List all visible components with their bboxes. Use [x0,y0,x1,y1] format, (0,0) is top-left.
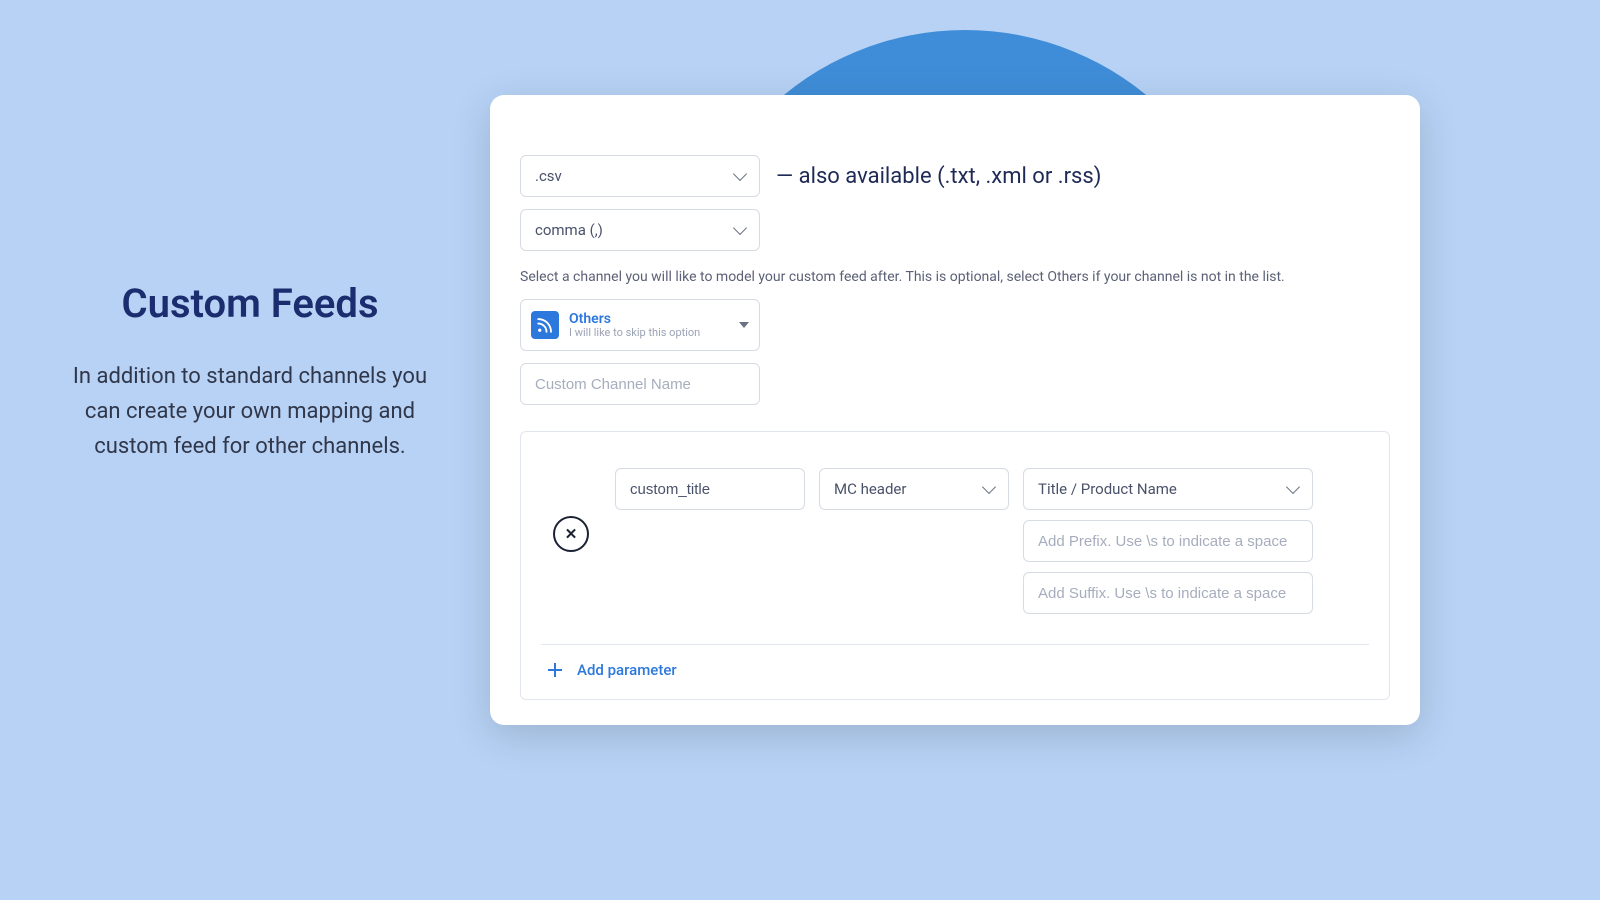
caret-down-icon [739,322,749,328]
mapping-value-select[interactable]: Title / Product Name [1023,468,1313,510]
chevron-down-icon [1286,480,1300,494]
delimiter-selected-label: comma (,) [535,221,735,239]
channel-select-title: Others [569,311,729,327]
channel-select-texts: Others I will like to skip this option [569,311,729,340]
custom-channel-name-input[interactable] [520,363,760,405]
channel-select-subtitle: I will like to skip this option [569,327,729,340]
chevron-down-icon [982,480,996,494]
remove-mapping-button[interactable]: ✕ [553,516,589,552]
settings-card: .csv — also available (.txt, .xml or .rs… [490,95,1420,725]
mapping-header-label: MC header [834,480,984,498]
delimiter-select[interactable]: comma (,) [520,209,760,251]
mapping-value-label: Title / Product Name [1038,480,1288,498]
chevron-down-icon [733,221,747,235]
mapping-row: ✕ MC header Title / Product Name [541,468,1369,614]
channel-helper-text: Select a channel you will like to model … [520,269,1390,285]
add-parameter-label: Add parameter [577,661,677,679]
mapping-zone: ✕ MC header Title / Product Name Add par… [520,431,1390,700]
chevron-down-icon [733,167,747,181]
side-description: In addition to standard channels you can… [60,359,440,465]
mapping-header-select[interactable]: MC header [819,468,1009,510]
mapping-field-name-input[interactable] [615,468,805,510]
filetype-selected-label: .csv [535,167,735,185]
plus-icon [547,662,563,678]
channel-model-select[interactable]: Others I will like to skip this option [520,299,760,351]
rss-icon [531,311,559,339]
add-parameter-button[interactable]: Add parameter [541,644,1369,679]
filetype-note: — also available (.txt, .xml or .rss) [776,164,1101,189]
close-icon: ✕ [565,527,578,542]
side-title: Custom Feeds [60,280,440,327]
mapping-suffix-input[interactable] [1023,572,1313,614]
mapping-prefix-input[interactable] [1023,520,1313,562]
side-panel: Custom Feeds In addition to standard cha… [60,280,440,465]
filetype-select[interactable]: .csv [520,155,760,197]
